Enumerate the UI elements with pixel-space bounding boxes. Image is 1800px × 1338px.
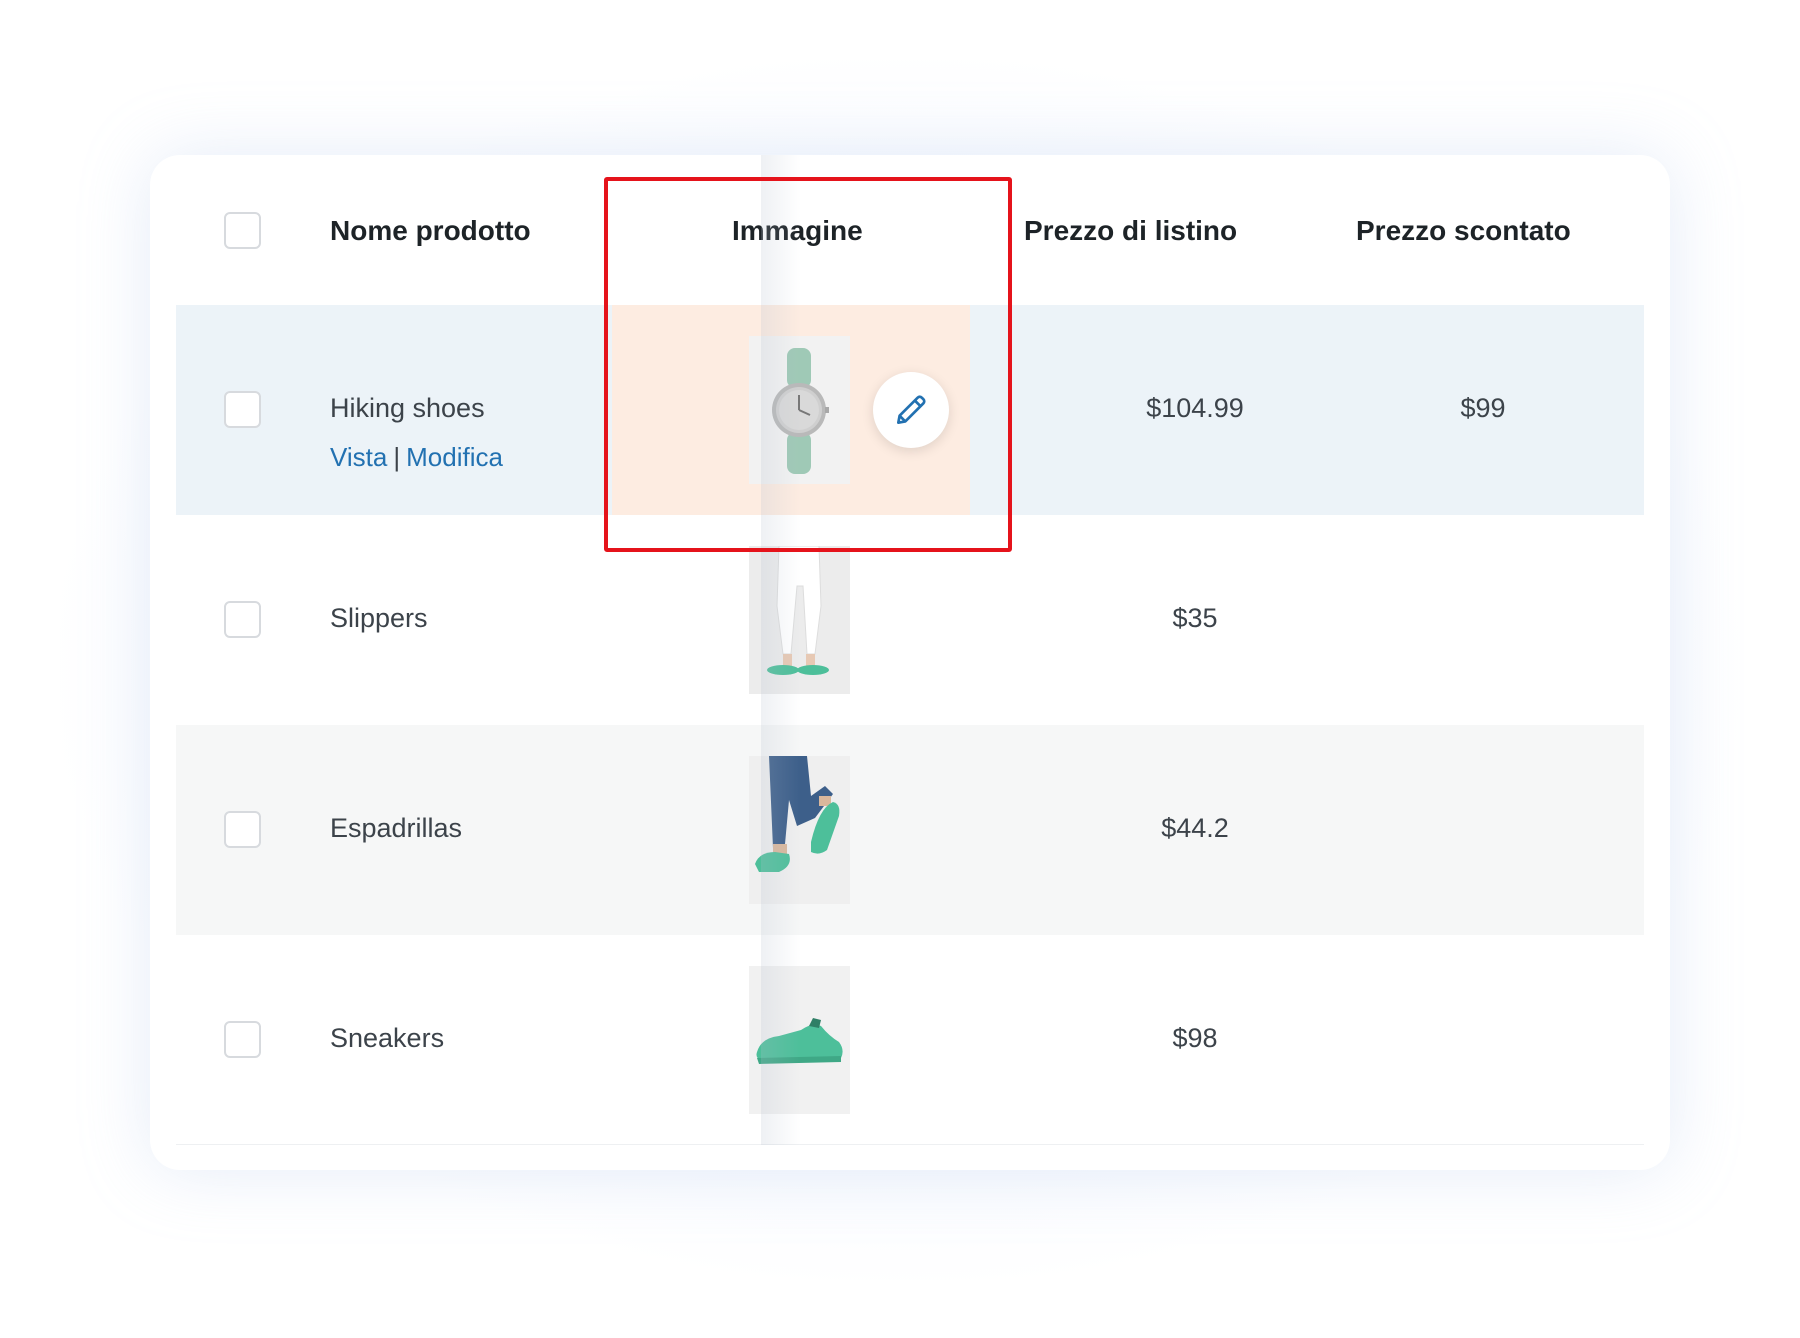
product-name[interactable]: Sneakers bbox=[330, 1023, 444, 1054]
action-separator: | bbox=[393, 442, 401, 472]
slippers-image bbox=[749, 546, 850, 694]
row-checkbox[interactable] bbox=[224, 391, 261, 428]
list-price[interactable]: $35 bbox=[1095, 603, 1295, 634]
list-price[interactable]: $104.99 bbox=[1095, 393, 1295, 424]
product-thumbnail-sneakers[interactable] bbox=[749, 966, 850, 1114]
column-header-sale-price[interactable]: Prezzo scontato bbox=[1356, 215, 1571, 247]
products-table-card: Nome prodotto Immagine Prezzo di listino… bbox=[150, 155, 1670, 1170]
product-thumbnail-espadrillas[interactable] bbox=[749, 756, 850, 904]
sale-price[interactable]: $99 bbox=[1383, 393, 1583, 424]
edit-image-button[interactable] bbox=[873, 372, 949, 448]
view-link[interactable]: Vista bbox=[330, 442, 387, 472]
list-price[interactable]: $98 bbox=[1095, 1023, 1295, 1054]
row-checkbox[interactable] bbox=[224, 811, 261, 848]
edit-link[interactable]: Modifica bbox=[406, 442, 503, 472]
table-row[interactable]: Slippers $35 bbox=[176, 515, 1644, 725]
product-thumbnail-watch[interactable] bbox=[749, 336, 850, 484]
select-all-checkbox[interactable] bbox=[224, 212, 261, 249]
table-row[interactable]: Hiking shoes Vista | Modifica $104.99 $9… bbox=[176, 305, 1644, 515]
list-price[interactable]: $44.2 bbox=[1095, 813, 1295, 844]
product-name[interactable]: Hiking shoes bbox=[330, 393, 485, 424]
pencil-icon bbox=[896, 395, 926, 425]
column-header-list-price[interactable]: Prezzo di listino bbox=[1024, 215, 1237, 247]
column-header-image[interactable]: Immagine bbox=[732, 215, 972, 247]
row-checkbox[interactable] bbox=[224, 601, 261, 638]
sneakers-image bbox=[749, 966, 850, 1114]
row-checkbox[interactable] bbox=[224, 1021, 261, 1058]
product-name[interactable]: Espadrillas bbox=[330, 813, 462, 844]
table-header-row: Nome prodotto Immagine Prezzo di listino… bbox=[176, 155, 1644, 305]
watch-image bbox=[749, 336, 850, 484]
table-row[interactable]: Sneakers $98 bbox=[176, 935, 1644, 1145]
product-name[interactable]: Slippers bbox=[330, 603, 428, 634]
product-thumbnail-slippers[interactable] bbox=[749, 546, 850, 694]
column-header-name[interactable]: Nome prodotto bbox=[330, 215, 531, 247]
row-actions: Vista | Modifica bbox=[330, 442, 503, 473]
espadrillas-image bbox=[749, 756, 850, 904]
table-row[interactable]: Espadrillas $44.2 bbox=[176, 725, 1644, 935]
